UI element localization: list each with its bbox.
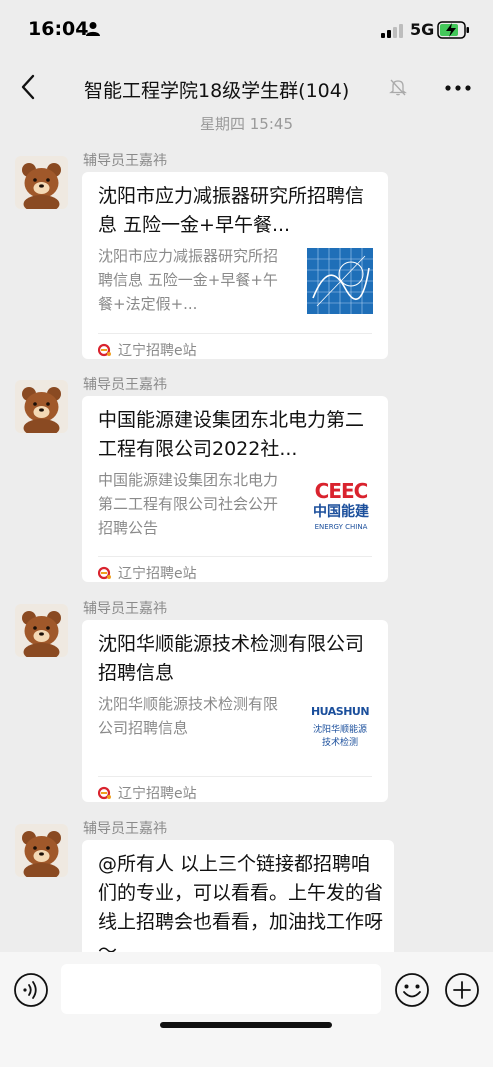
- avatar[interactable]: [15, 156, 68, 209]
- card-source: 辽宁招聘e站: [98, 340, 197, 360]
- card-title: 沈阳华顺能源技术检测有限公司招聘信息: [98, 633, 365, 684]
- source-name: 辽宁招聘e站: [118, 343, 197, 359]
- mute-bell-icon: [389, 79, 407, 96]
- link-card[interactable]: 沈阳市应力减振器研究所招聘信息 五险一金+早午餐... 沈阳市应力减振器研究所招…: [82, 172, 388, 359]
- card-thumbnail: HUASHUN 沈阳华顺能源 技术检测: [307, 696, 373, 762]
- avatar[interactable]: [15, 604, 68, 657]
- sender-name: 辅导员王嘉祎: [83, 821, 167, 837]
- message-input[interactable]: [61, 964, 381, 1014]
- bear-avatar-icon: [15, 156, 68, 209]
- network-label: 5G: [410, 20, 435, 39]
- message-timestamp: 星期四 15:45: [200, 115, 293, 133]
- card-source: 辽宁招聘e站: [98, 783, 197, 803]
- ceec-logo: CEEC 中国能建 ENERGY CHINA: [313, 479, 369, 531]
- card-thumbnail: CEEC 中国能建 ENERGY CHINA: [307, 472, 373, 538]
- text-message-bubble[interactable]: @所有人 以上三个链接都招聘咱们的专业，可以看看。上午发的省线上招聘会也看看，加…: [82, 840, 394, 958]
- huashun-logo: HUASHUN 沈阳华顺能源 技术检测: [310, 705, 370, 748]
- bear-avatar-icon: [15, 380, 68, 433]
- person-icon: [86, 22, 100, 36]
- message-text: @所有人 以上三个链接都招聘咱们的专业，可以看看。上午发的省线上招聘会也看看，加…: [98, 853, 384, 958]
- voice-input-icon[interactable]: [13, 972, 49, 1008]
- more-options-icon[interactable]: [443, 76, 473, 100]
- avatar[interactable]: [15, 380, 68, 433]
- source-name: 辽宁招聘e站: [118, 786, 197, 802]
- source-logo-icon: [98, 786, 111, 800]
- status-time: 16:04: [28, 18, 89, 40]
- source-name: 辽宁招聘e站: [118, 566, 197, 582]
- card-title: 中国能源建设集团东北电力第二工程有限公司2022社...: [98, 409, 365, 460]
- bear-avatar-icon: [15, 604, 68, 657]
- plus-icon[interactable]: [444, 972, 480, 1008]
- signal-icon: [381, 24, 403, 38]
- card-thumbnail: [307, 248, 373, 314]
- card-source: 辽宁招聘e站: [98, 563, 197, 583]
- chat-title: 智能工程学院18级学生群(104): [84, 80, 350, 102]
- card-description: 沈阳市应力减振器研究所招聘信息 五险一金+早餐+午餐+法定假+...: [98, 247, 279, 313]
- card-divider: [98, 333, 372, 334]
- avatar[interactable]: [15, 824, 68, 877]
- bear-avatar-icon: [15, 824, 68, 877]
- emoji-icon[interactable]: [394, 972, 430, 1008]
- card-title: 沈阳市应力减振器研究所招聘信息 五险一金+早午餐...: [98, 185, 365, 236]
- link-card[interactable]: 沈阳华顺能源技术检测有限公司招聘信息 沈阳华顺能源技术检测有限公司招聘信息 HU…: [82, 620, 388, 802]
- source-logo-icon: [98, 566, 111, 580]
- sender-name: 辅导员王嘉祎: [83, 377, 167, 393]
- blueprint-image-icon: [307, 248, 373, 314]
- card-divider: [98, 556, 372, 557]
- home-indicator: [160, 1022, 332, 1028]
- link-card[interactable]: 中国能源建设集团东北电力第二工程有限公司2022社... 中国能源建设集团东北电…: [82, 396, 388, 582]
- nav-bar: 智能工程学院18级学生群(104): [0, 62, 493, 112]
- back-arrow-icon[interactable]: [14, 72, 44, 102]
- input-bar: [0, 952, 493, 1067]
- status-bar: 16:04 5G: [0, 0, 493, 62]
- sender-name: 辅导员王嘉祎: [83, 601, 167, 617]
- source-logo-icon: [98, 343, 111, 357]
- card-description: 沈阳华顺能源技术检测有限公司招聘信息: [98, 695, 279, 737]
- battery-charging-icon: [437, 21, 469, 39]
- sender-name: 辅导员王嘉祎: [83, 153, 167, 169]
- card-divider: [98, 776, 372, 777]
- card-description: 中国能源建设集团东北电力第二工程有限公司社会公开招聘公告: [98, 471, 279, 537]
